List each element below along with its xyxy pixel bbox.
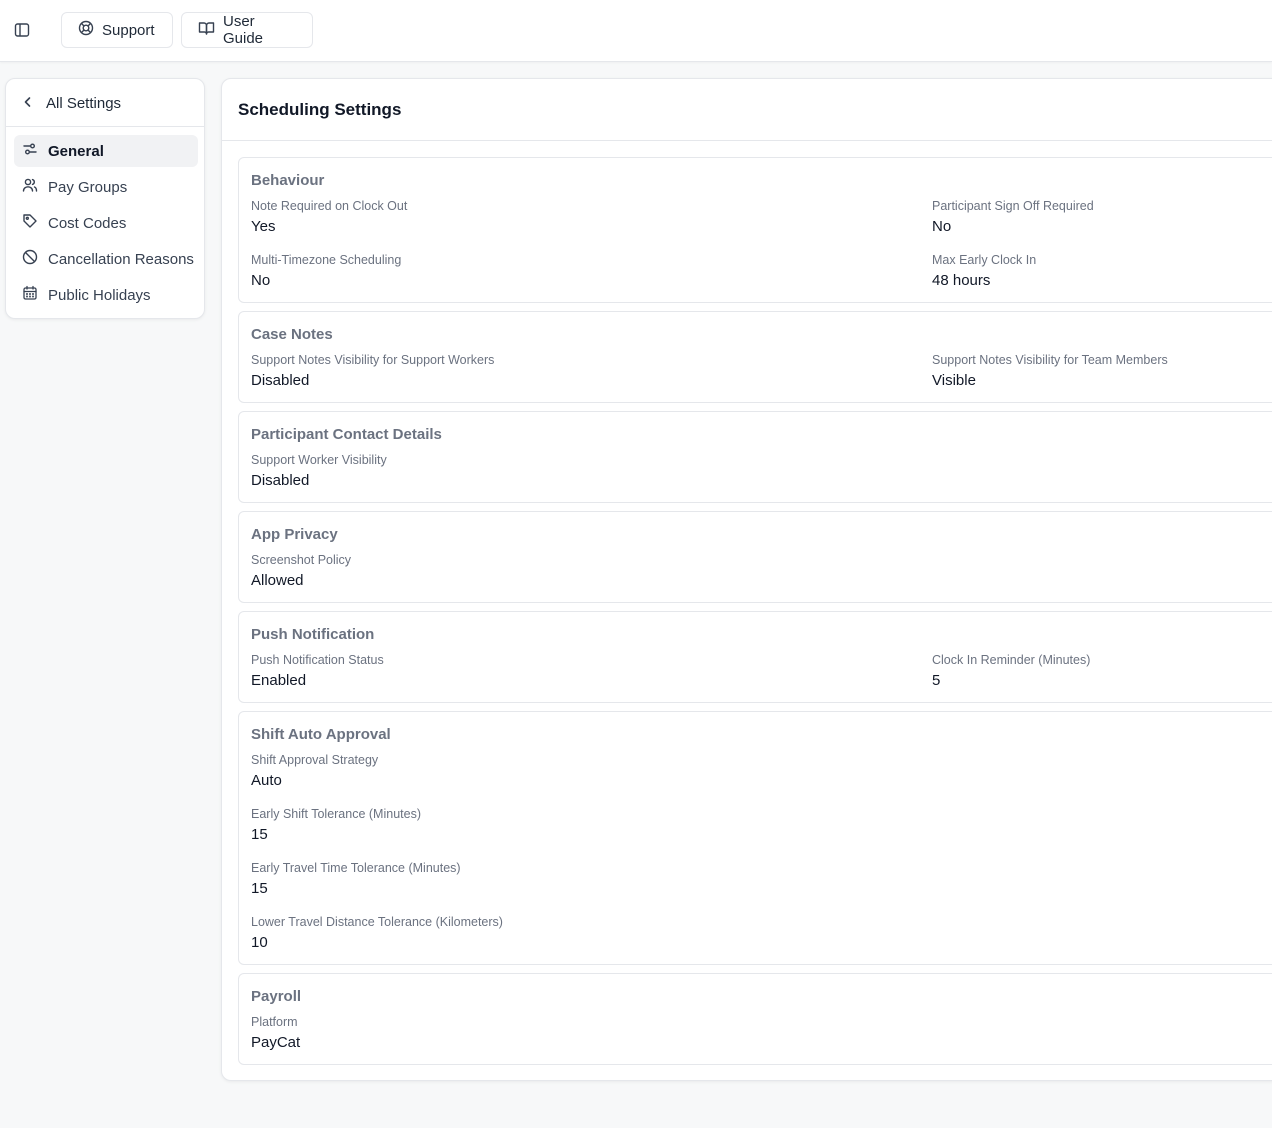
chevron-left-icon: [22, 95, 34, 112]
field-value: Yes: [251, 218, 276, 235]
early-travel-tolerance-field: Early Travel Time Tolerance (Minutes) 15: [251, 861, 461, 898]
note-required-field: Note Required on Clock Out Yes: [251, 199, 407, 236]
field-label: Participant Sign Off Required: [932, 199, 1094, 213]
sidebar-toggle-icon[interactable]: [12, 20, 32, 40]
field-label: Support Notes Visibility for Support Wor…: [251, 353, 495, 367]
ban-icon: [22, 249, 38, 269]
field-label: Multi-Timezone Scheduling: [251, 253, 402, 267]
user-guide-label: User Guide: [223, 13, 264, 47]
support-label: Support: [102, 21, 155, 39]
payroll-section: Payroll Platform PayCat: [238, 973, 1272, 1065]
users-icon: [22, 177, 38, 197]
nav-item-label: Public Holidays: [48, 286, 151, 304]
field-label: Push Notification Status: [251, 653, 384, 667]
section-title: App Privacy: [251, 526, 338, 543]
screenshot-policy-field: Screenshot Policy Allowed: [251, 553, 351, 590]
lifebuoy-icon: [78, 20, 94, 40]
section-title: Payroll: [251, 988, 302, 1005]
approval-strategy-field: Shift Approval Strategy Auto: [251, 753, 378, 790]
team-member-notes-field: Support Notes Visibility for Team Member…: [932, 353, 1168, 390]
field-value: 15: [251, 880, 268, 897]
shift-auto-approval-section: Shift Auto Approval Shift Approval Strat…: [238, 711, 1272, 965]
all-settings-label: All Settings: [46, 94, 122, 112]
field-label: Lower Travel Distance Tolerance (Kilomet…: [251, 915, 503, 929]
field-label: Support Worker Visibility: [251, 453, 387, 467]
field-value: Disabled: [251, 372, 310, 389]
field-value: Auto: [251, 772, 282, 789]
section-title: Shift Auto Approval: [251, 726, 391, 743]
push-notification-section: Push Notification Push Notification Stat…: [238, 611, 1272, 703]
payroll-platform-field: Platform PayCat: [251, 1015, 300, 1052]
support-worker-notes-field: Support Notes Visibility for Support Wor…: [251, 353, 494, 390]
field-value: 10: [251, 934, 268, 951]
push-status-field: Push Notification Status Enabled: [251, 653, 384, 690]
app-privacy-section: App Privacy Screenshot Policy Allowed: [238, 511, 1272, 603]
field-label: Early Travel Time Tolerance (Minutes): [251, 861, 461, 875]
field-label: Clock In Reminder (Minutes): [932, 653, 1091, 667]
nav-item-label: Cost Codes: [48, 214, 127, 232]
nav-item-label: Pay Groups: [48, 178, 128, 196]
field-label: Shift Approval Strategy: [251, 753, 379, 767]
all-settings-link[interactable]: All Settings: [22, 93, 121, 113]
sign-off-field: Participant Sign Off Required No: [932, 199, 1094, 236]
nav-item-public-holidays[interactable]: Public Holidays: [14, 279, 198, 311]
behaviour-section: Behaviour Note Required on Clock Out Yes…: [238, 157, 1272, 303]
nav-item-label: General: [48, 142, 104, 160]
nav-item-cost-codes[interactable]: Cost Codes: [14, 207, 198, 239]
nav-divider: [6, 126, 204, 127]
section-title: Push Notification: [251, 626, 375, 643]
lower-distance-tolerance-field: Lower Travel Distance Tolerance (Kilomet…: [251, 915, 503, 952]
title-divider: [222, 140, 1272, 141]
field-value: 5: [932, 672, 941, 689]
page-title: Scheduling Settings: [238, 100, 402, 119]
section-title: Case Notes: [251, 326, 333, 343]
calendar-icon: [22, 285, 38, 305]
sliders-icon: [22, 141, 38, 161]
field-label: Support Notes Visibility for Team Member…: [932, 353, 1168, 367]
case-notes-section: Case Notes Support Notes Visibility for …: [238, 311, 1272, 403]
field-value: Enabled: [251, 672, 307, 689]
field-value: PayCat: [251, 1034, 301, 1051]
field-value: Disabled: [251, 472, 310, 489]
nav-item-general[interactable]: General: [14, 135, 198, 167]
participant-contact-section: Participant Contact Details Support Work…: [238, 411, 1272, 503]
max-early-clock-in-field: Max Early Clock In 48 hours: [932, 253, 1036, 290]
top-bar: Support User Guide: [0, 0, 1272, 62]
nav-item-cancellation-reasons[interactable]: Cancellation Reasons: [14, 243, 198, 275]
field-value: 15: [251, 826, 268, 843]
nav-item-label: Cancellation Reasons: [48, 250, 194, 268]
support-button[interactable]: Support: [61, 12, 173, 48]
scheduling-settings-panel: Scheduling Settings Behaviour Note Requi…: [221, 78, 1272, 1081]
field-label: Max Early Clock In: [932, 253, 1037, 267]
field-label: Platform: [251, 1015, 298, 1029]
book-open-icon: [198, 20, 215, 40]
support-worker-visibility-field: Support Worker Visibility Disabled: [251, 453, 387, 490]
multi-timezone-field: Multi-Timezone Scheduling No: [251, 253, 401, 290]
field-value: No: [251, 272, 271, 289]
field-value: No: [932, 218, 952, 235]
settings-nav: All Settings General Pay Groups Cost Cod…: [5, 78, 205, 319]
field-value: Allowed: [251, 572, 304, 589]
field-label: Screenshot Policy: [251, 553, 352, 567]
tag-icon: [22, 213, 38, 233]
field-value: Visible: [932, 372, 976, 389]
field-label: Note Required on Clock Out: [251, 199, 408, 213]
field-value: 48 hours: [932, 272, 991, 289]
user-guide-button[interactable]: User Guide: [181, 12, 313, 48]
field-label: Early Shift Tolerance (Minutes): [251, 807, 421, 821]
clock-in-reminder-field: Clock In Reminder (Minutes) 5: [932, 653, 1090, 690]
section-title: Behaviour: [251, 172, 325, 189]
nav-item-pay-groups[interactable]: Pay Groups: [14, 171, 198, 203]
section-title: Participant Contact Details: [251, 426, 442, 443]
early-shift-tolerance-field: Early Shift Tolerance (Minutes) 15: [251, 807, 421, 844]
